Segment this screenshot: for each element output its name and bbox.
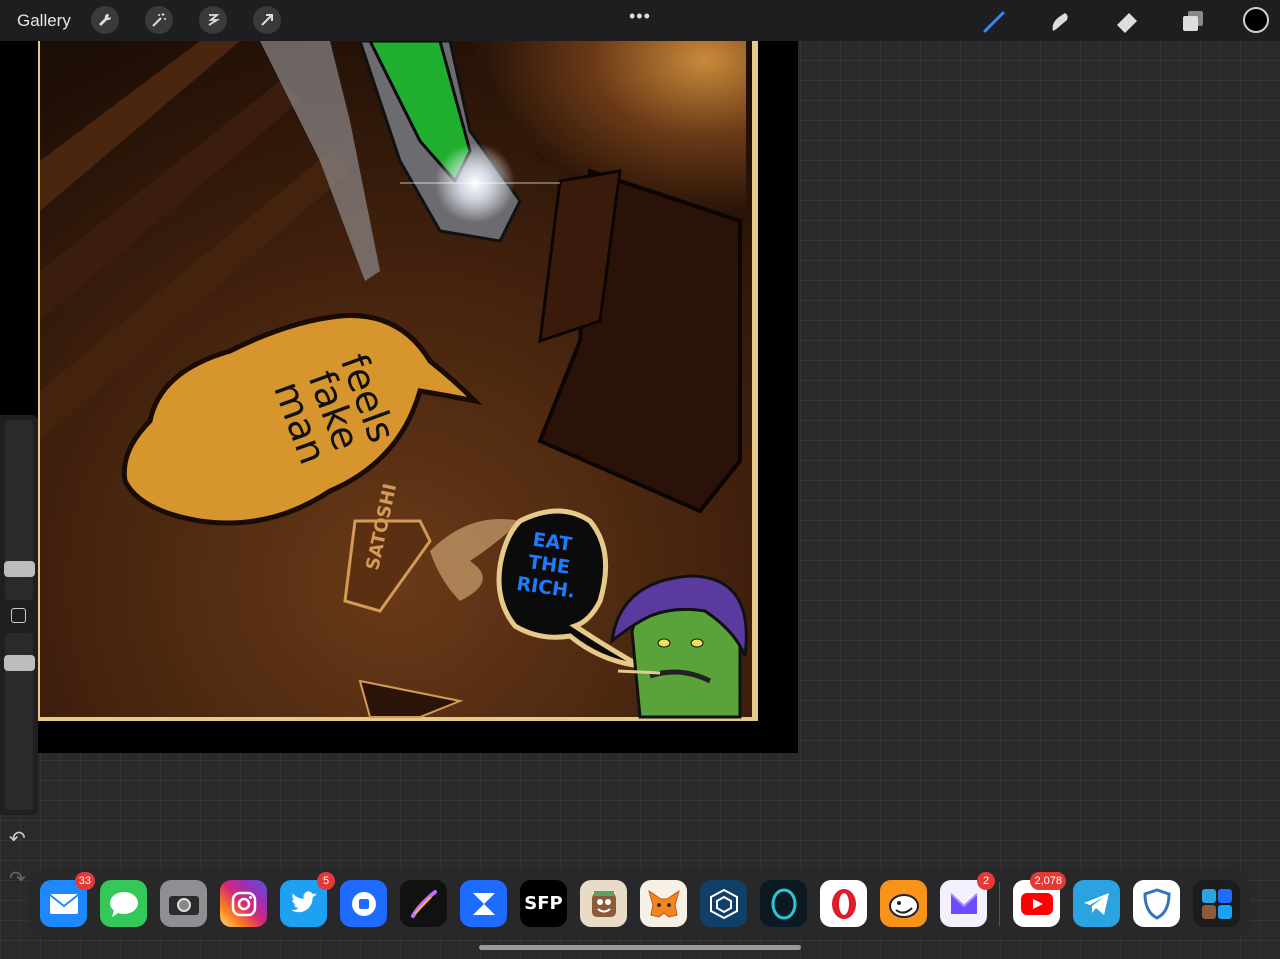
app-crypto-icon[interactable] [460, 880, 507, 927]
protonmail-badge: 2 [977, 872, 995, 890]
transform-arrow-icon[interactable] [253, 6, 281, 34]
wrench-icon[interactable] [91, 6, 119, 34]
app-procreate-icon[interactable] [400, 880, 447, 927]
redo-icon[interactable]: ↷ [9, 866, 26, 891]
app-opera-touch-icon[interactable] [760, 880, 807, 927]
brush-icon[interactable] [980, 6, 1010, 36]
app-rainbow-icon[interactable] [880, 880, 927, 927]
home-indicator[interactable] [479, 945, 801, 950]
eraser-icon[interactable] [1112, 6, 1142, 36]
youtube-badge: 2,078 [1030, 872, 1066, 890]
layers-icon[interactable] [1178, 6, 1208, 36]
app-instagram-icon[interactable] [220, 880, 267, 927]
dock-divider [999, 882, 1000, 926]
twitter-badge: 5 [317, 872, 335, 890]
undo-icon[interactable]: ↶ [9, 826, 26, 851]
smudge-icon[interactable] [1046, 6, 1076, 36]
app-blockfolio-icon[interactable] [340, 880, 387, 927]
magic-wand-icon[interactable] [145, 6, 173, 34]
app-camera-icon[interactable] [160, 880, 207, 927]
app-library-icon[interactable] [1193, 880, 1240, 927]
opacity-knob[interactable] [4, 655, 35, 671]
app-cryptocom-icon[interactable] [700, 880, 747, 927]
selection-icon[interactable] [199, 6, 227, 34]
app-youtube-icon[interactable]: 2,078 [1013, 872, 1066, 927]
app-mail-icon[interactable]: 33 [40, 872, 95, 927]
canvas[interactable]: SATOSHI feels fake man EAT THE RICH. [0, 41, 798, 753]
more-options-button[interactable]: ••• [629, 6, 651, 27]
app-opera-icon[interactable] [820, 880, 867, 927]
app-telegram-icon[interactable] [1073, 880, 1120, 927]
gallery-button[interactable]: Gallery [17, 11, 71, 31]
app-twitter-icon[interactable]: 5 [280, 872, 335, 927]
color-picker-button[interactable] [1243, 7, 1269, 33]
app-trustwallet-icon[interactable] [1133, 880, 1180, 927]
speech-bubble-right-text: EAT THE RICH. [510, 526, 589, 604]
app-sfp-icon[interactable]: SFP [520, 880, 567, 927]
mail-badge: 33 [74, 872, 95, 890]
app-messages-icon[interactable] [100, 880, 147, 927]
app-toon-icon[interactable] [580, 880, 627, 927]
artwork-illustration: SATOSHI [0, 41, 798, 753]
top-toolbar: Gallery ••• [0, 0, 1280, 41]
brush-size-knob[interactable] [4, 561, 35, 577]
app-metamask-icon[interactable] [640, 880, 687, 927]
dock [28, 868, 1250, 940]
app-protonmail-icon[interactable]: 2 [940, 872, 995, 927]
modify-button[interactable] [11, 608, 26, 623]
